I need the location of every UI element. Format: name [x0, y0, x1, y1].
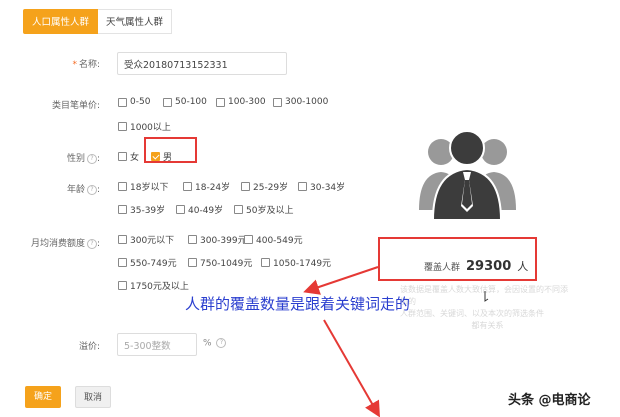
annotation-arrows: [303, 266, 489, 417]
annotation-text: 人群的覆盖数量是跟着关键词走的: [185, 295, 411, 313]
watermark: 头条 @电商论: [508, 393, 591, 408]
